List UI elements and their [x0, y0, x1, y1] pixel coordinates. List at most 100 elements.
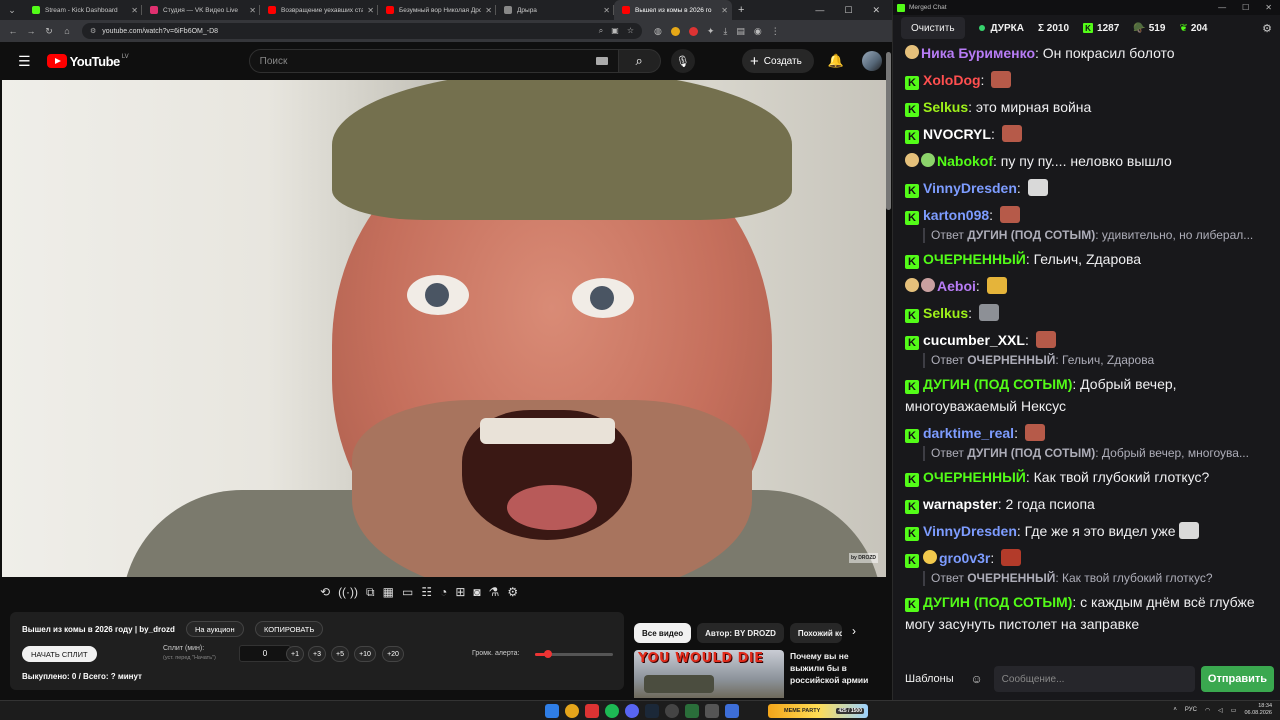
broadcast-icon[interactable]: ((·))	[338, 585, 358, 600]
maximize-icon[interactable]: ☐	[844, 5, 852, 16]
alert-volume-slider[interactable]	[535, 650, 613, 658]
chat-message[interactable]: K ДУГИН (ПОД СОТЫМ): Добрый вечер, многоу…	[905, 373, 1270, 417]
menu-icon[interactable]: ☰	[18, 53, 31, 70]
language-indicator[interactable]: РУС	[1185, 707, 1197, 713]
chat-message[interactable]: K Selkus:	[905, 302, 1270, 324]
chat-username[interactable]: cucumber_XXL	[923, 332, 1025, 348]
tab-close-icon[interactable]: ✕	[131, 6, 138, 15]
chat-message[interactable]: K ДУГИН (ПОД СОТЫМ): с каждым днём всё гл…	[905, 591, 1270, 635]
chat-settings-icon[interactable]: ⚙	[1262, 22, 1272, 35]
browser-tab[interactable]: Дрыра ✕	[496, 0, 614, 20]
to-auction-button[interactable]: На аукцион	[186, 621, 244, 637]
chat-close-icon[interactable]: ✕	[1265, 3, 1272, 12]
split-add-button[interactable]: +5	[331, 646, 349, 662]
chat-messages[interactable]: Ника Бурименко: Он покрасил болото K XoloD…	[893, 42, 1280, 660]
chat-username[interactable]: ДУГИН (ПОД СОТЫМ)	[923, 594, 1072, 610]
extensions-puzzle-icon[interactable]: ✦	[707, 26, 715, 37]
chat-message[interactable]: Kkarton098:	[905, 204, 1270, 226]
chat-message[interactable]: K VinnyDresden: Где же я это видел уже	[905, 520, 1270, 542]
extension-red-icon[interactable]	[688, 26, 698, 36]
chat-message[interactable]: Nabokof: пу пу пу.... неловко вышло	[905, 150, 1270, 172]
chat-username[interactable]: darktime_real	[923, 425, 1014, 441]
tab-close-icon[interactable]: ✕	[485, 6, 492, 15]
chat-message[interactable]: K XoloDog:	[905, 69, 1270, 91]
flask-icon[interactable]: ⚗	[489, 585, 500, 600]
zoom-icon[interactable]: ⌕	[599, 26, 603, 36]
chat-message[interactable]: K Selkus: это мирная война	[905, 96, 1270, 118]
reload-icon[interactable]: ↻	[42, 26, 56, 37]
chat-username[interactable]: Aeboi	[937, 278, 976, 294]
extension-badge-icon[interactable]	[670, 26, 680, 36]
start-split-button[interactable]: НАЧАТЬ СПЛИТ	[22, 646, 97, 662]
voice-search-button[interactable]: 🎙	[670, 49, 695, 73]
chat-username[interactable]: ДУГИН (ПОД СОТЫМ)	[923, 376, 1072, 392]
chat-username[interactable]: Selkus	[923, 305, 968, 321]
related-video-thumbnail[interactable]: YOU WOULD DIE	[634, 650, 784, 698]
chrome-icon[interactable]	[565, 704, 579, 718]
close-icon[interactable]: ✕	[872, 5, 880, 16]
chat-reply-preview[interactable]: Ответ ДУГИН (ПОД СОТЫМ): удивительно, но…	[923, 228, 1270, 243]
tab-close-icon[interactable]: ✕	[603, 6, 610, 15]
browser-tab[interactable]: Студия — VK Видео Live ✕	[142, 0, 260, 20]
chat-message[interactable]: K VinnyDresden:	[905, 177, 1270, 199]
chat-username[interactable]: VinnyDresden	[923, 523, 1017, 539]
chat-reply-preview[interactable]: Ответ ОЧЕРНЕННЫЙ: Как твой глубокий глот…	[923, 571, 1270, 586]
browser-menu-icon[interactable]: ⋮	[771, 26, 780, 37]
split-add-button[interactable]: +1	[286, 646, 304, 662]
chat-username[interactable]: gro0v3r	[939, 550, 990, 566]
meme-party-widget[interactable]: MEME PARTY 425 / 1500	[768, 704, 868, 718]
chat-message[interactable]: Kwarnapster: 2 года псиопа	[905, 493, 1270, 515]
clear-button[interactable]: Очистить	[901, 17, 965, 39]
page-scrollbar[interactable]	[886, 52, 891, 210]
clapper-icon[interactable]: ▦	[383, 585, 394, 600]
home-icon[interactable]: ⌂	[60, 26, 74, 36]
browser-tab[interactable]: Безумный вор Николая Дроз ✕	[378, 0, 496, 20]
browser-tab[interactable]: Stream - Kick Dashboard ✕	[24, 0, 142, 20]
add-icon[interactable]: ⊞	[455, 585, 465, 600]
chat-username[interactable]: Ника Бурименко	[921, 45, 1035, 61]
chat-message[interactable]: Ника Бурименко: Он покрасил болото	[905, 42, 1270, 64]
chat-message[interactable]: Kgro0v3r:	[905, 547, 1270, 569]
search-input[interactable]: Поиск	[248, 49, 619, 73]
filter-chip[interactable]: Похожий ко	[789, 623, 842, 643]
profile-icon[interactable]: ◉	[754, 26, 762, 37]
emoji-icon[interactable]: ☺	[966, 666, 988, 692]
chat-minimize-icon[interactable]: —	[1218, 3, 1226, 12]
steam-icon[interactable]	[645, 704, 659, 718]
chat-message[interactable]: K ОЧЕРНЕННЫЙ: Как твой глубокий глоткус?	[905, 466, 1270, 488]
chat-username[interactable]: NVOCRYL	[923, 126, 991, 142]
battery-icon[interactable]: ▭	[1231, 707, 1237, 714]
app-green-icon[interactable]	[685, 704, 699, 718]
chat-reply-preview[interactable]: Ответ ОЧЕРНЕННЫЙ: Гельич, Zдарова	[923, 353, 1270, 368]
chat-maximize-icon[interactable]: ☐	[1242, 3, 1249, 12]
minimize-icon[interactable]: —	[815, 5, 824, 16]
subtitles-icon[interactable]: ☷	[421, 585, 432, 600]
chat-username[interactable]: ОЧЕРНЕННЫЙ	[923, 469, 1026, 485]
message-input[interactable]: Сообщение...	[993, 666, 1195, 692]
url-field[interactable]: ⚙ youtube.com/watch?v=6iFb6OM_-D8 ⌕ ▣ ☆	[82, 23, 642, 39]
chat-reply-preview[interactable]: Ответ ДУГИН (ПОД СОТЫМ): Добрый вечер, м…	[923, 446, 1270, 461]
chat-message[interactable]: K NVOCRYL:	[905, 123, 1270, 145]
youtube-logo[interactable]: YouTube LV	[46, 54, 129, 69]
camera-icon[interactable]: ◙	[473, 585, 480, 600]
pip-icon[interactable]: ▭	[402, 585, 413, 600]
browser-tab[interactable]: Возвращение уехавших стань ✕	[260, 0, 378, 20]
sidebar-icon[interactable]: ▤	[736, 26, 745, 37]
wifi-icon[interactable]: ◠	[1205, 707, 1210, 714]
start-icon[interactable]	[545, 704, 559, 718]
spotify-icon[interactable]	[605, 704, 619, 718]
chat-message[interactable]: K ОЧЕРНЕННЫЙ: Гельич, Zдарова	[905, 248, 1270, 270]
chat-username[interactable]: ОЧЕРНЕННЫЙ	[923, 251, 1026, 267]
templates-button[interactable]: Шаблоны	[899, 666, 960, 692]
tray-chevron-icon[interactable]: ˄	[1173, 707, 1177, 713]
split-add-button[interactable]: +10	[354, 646, 376, 662]
split-add-button[interactable]: +3	[308, 646, 326, 662]
browser-tab[interactable]: Вышел из комы в 2026 го ✕	[614, 0, 732, 20]
volume-icon[interactable]: ◁	[1218, 707, 1223, 714]
filter-chip[interactable]: Все видео	[634, 623, 692, 643]
related-video-title[interactable]: Почему вы не выжили бы в российской арми…	[790, 650, 882, 686]
keyboard-icon[interactable]	[595, 57, 608, 65]
discord-icon[interactable]	[625, 704, 639, 718]
avatar[interactable]	[862, 51, 882, 71]
speed-icon[interactable]: ◔	[440, 585, 447, 600]
